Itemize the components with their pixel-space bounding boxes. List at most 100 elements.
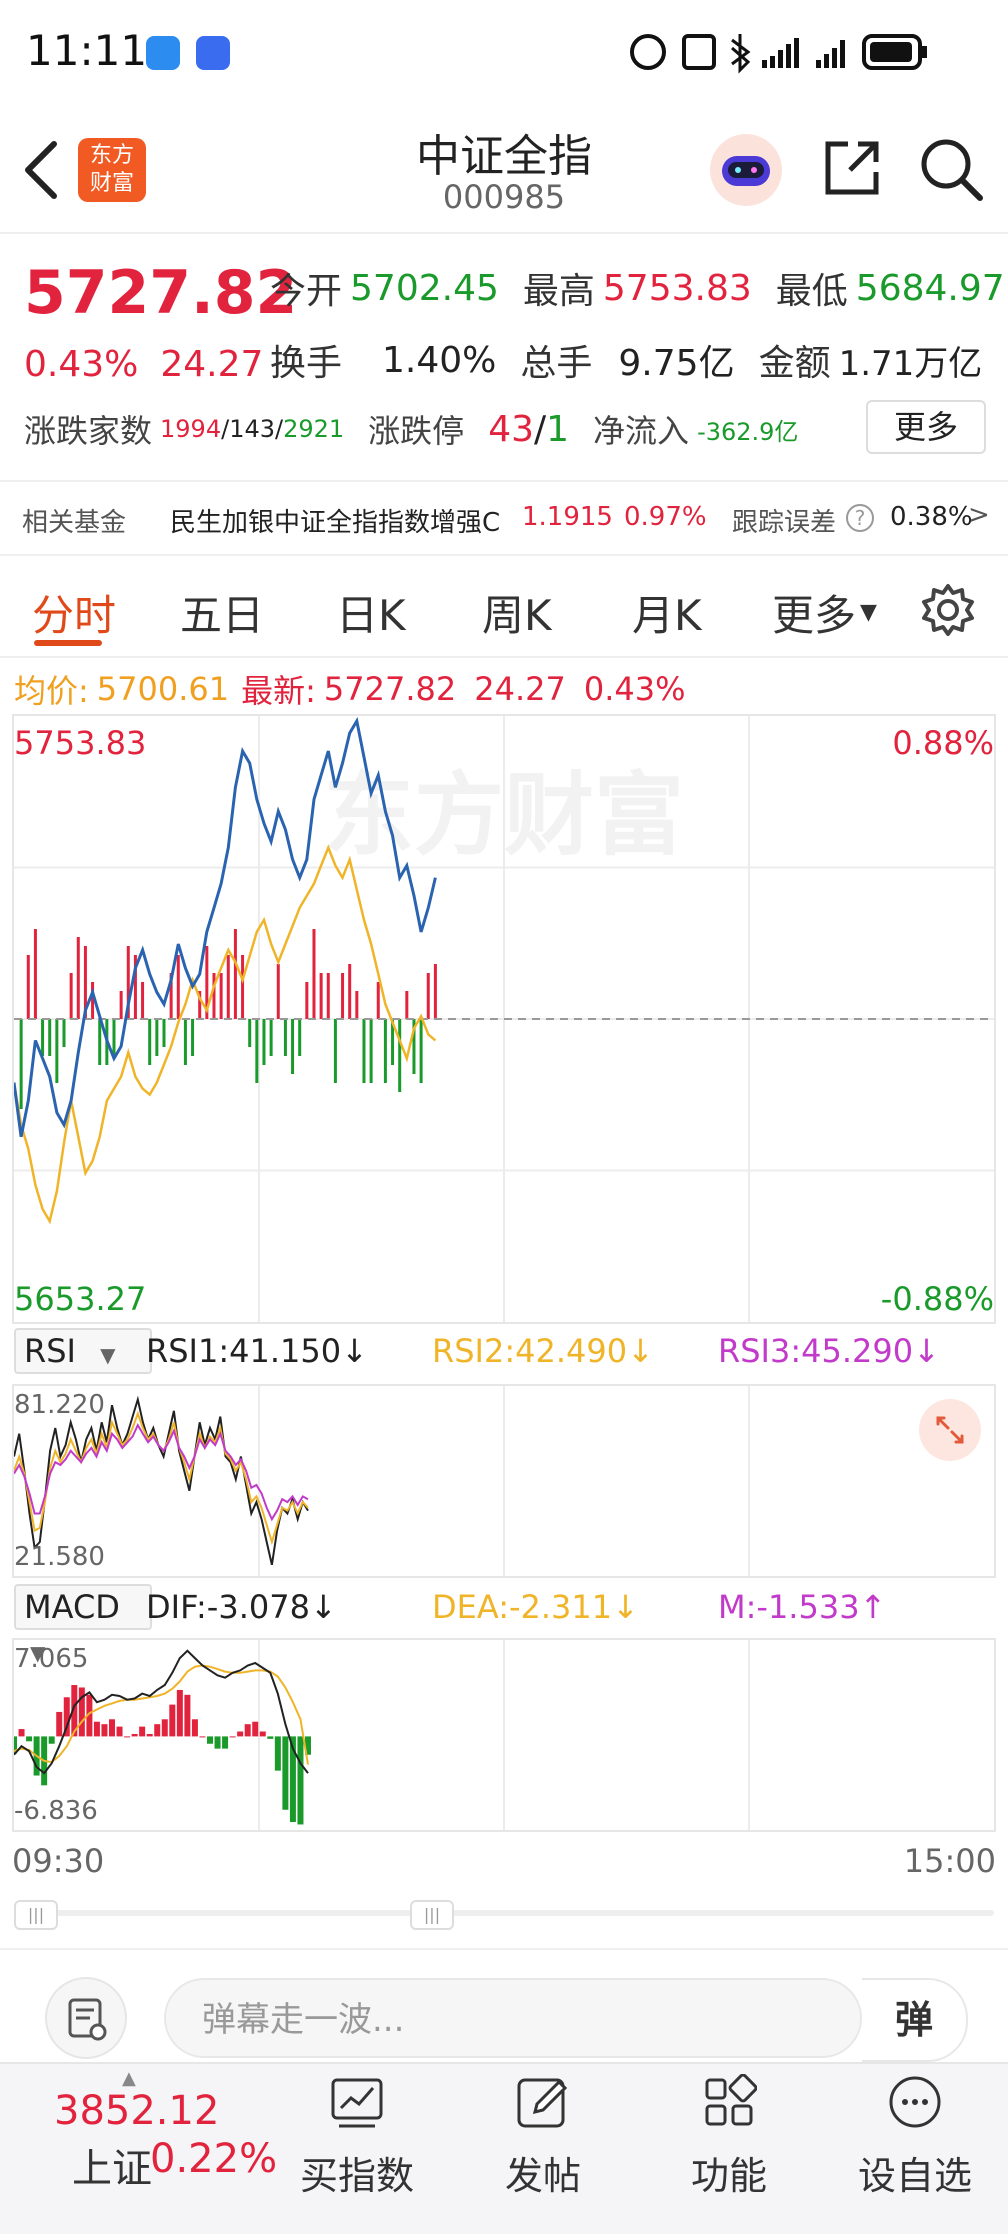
status-bar: 11:11 — [0, 0, 1008, 100]
macd-bar-down — [297, 1736, 304, 1825]
volume-bar-up — [326, 973, 330, 1019]
y-bottom-label: 5653.27 — [14, 1280, 147, 1318]
settings-gear-icon[interactable] — [920, 582, 976, 638]
volume-bar-up — [69, 973, 73, 1019]
period-tabs: 分时 五日 日K 周K 月K 更多 ▼ — [0, 560, 1008, 658]
volume-bar-down — [162, 1019, 166, 1047]
tab-weekly-k[interactable]: 周K — [482, 582, 552, 643]
scroll-left-handle[interactable]: ||| — [14, 1900, 58, 1930]
latest-value: 5727.82 — [323, 670, 457, 708]
macd-bar-up — [109, 1719, 115, 1737]
scroll-right-handle[interactable]: ||| — [410, 1900, 454, 1930]
volume-bar-down — [333, 1019, 337, 1083]
limit-label: 涨跌停 — [368, 412, 465, 450]
help-icon[interactable]: ? — [844, 502, 876, 534]
bluetooth-icon — [731, 34, 751, 74]
buy-index-label: 买指数 — [299, 2154, 414, 2198]
tab-intraday[interactable]: 分时 — [32, 582, 116, 643]
rsi3-value: RSI3:45.290↓ — [718, 1332, 940, 1370]
volume-bar-down — [19, 1019, 23, 1109]
macd-bar-up — [259, 1731, 266, 1737]
danmu-input[interactable]: 弹幕走一波... — [164, 1978, 862, 2058]
related-fund-bar[interactable]: 相关基金 民生加银中证全指指数增强C 1.1915 0.97% 跟踪误差 ? 0… — [0, 480, 1008, 556]
volume-bar-down — [291, 1019, 295, 1074]
netflow-value: -362.9亿 — [697, 417, 799, 446]
fund-pct: 0.97% — [624, 502, 707, 532]
macd-selector[interactable]: MACD ▼ — [14, 1584, 152, 1665]
tab-more-label: 更多 — [772, 591, 857, 640]
open-value: 5702.45 — [350, 267, 499, 309]
more-button[interactable]: 更多 — [866, 400, 986, 454]
macd-bar-up — [18, 1729, 25, 1737]
volume-bar-down — [283, 1019, 287, 1056]
pct-top-label: 0.88% — [892, 724, 994, 762]
volume-bar-up — [433, 964, 437, 1019]
quote-row-3: 涨跌家数 1994 / 143 / 2921 涨跌停 43 / 1 净流入 -3… — [24, 406, 798, 452]
buy-index-tab[interactable]: 买指数 — [282, 2074, 432, 2200]
tab-more[interactable]: 更多 ▼ — [772, 582, 877, 643]
turnover-label: 换手 — [270, 343, 343, 384]
signal-icon-2 — [816, 40, 845, 68]
danmu-toggle-label: 弹 — [894, 1998, 933, 2042]
volume-label: 总手 — [520, 343, 593, 384]
sh-index-name[interactable]: 上证 — [72, 2136, 152, 2194]
share-icon[interactable] — [820, 136, 884, 200]
header: 东方 财富 中证全指 000985 — [0, 100, 1008, 234]
rsi-chart — [13, 1386, 750, 1576]
grid-apps-icon — [705, 2073, 758, 2126]
volume-bar-down — [255, 1019, 259, 1083]
volume-bar-up — [355, 991, 359, 1019]
current-price: 5727.82 — [24, 258, 298, 328]
avg-value: 5700.61 — [96, 670, 230, 708]
macd-bar-up — [191, 1719, 198, 1737]
macd-chart-panel[interactable]: 7.065 -6.836 — [11, 1638, 996, 1832]
macd-bar-up — [199, 1736, 206, 1738]
macd-bar-up — [116, 1726, 123, 1737]
rsi-top-label: 81.220 — [14, 1390, 105, 1420]
tab-daily-k[interactable]: 日K — [336, 582, 406, 643]
volume-bar-down — [191, 1019, 195, 1056]
volume-bar-up — [341, 973, 345, 1019]
fund-name[interactable]: 民生加银中证全指指数增强C — [170, 502, 500, 539]
rsi-selector[interactable]: RSI ▼ — [14, 1328, 152, 1374]
post-tab[interactable]: 发帖 — [468, 2074, 618, 2200]
separator: / — [275, 415, 284, 443]
macd-bar-up — [93, 1721, 100, 1737]
volume-bar-up — [312, 929, 316, 1019]
danmu-settings-icon[interactable] — [44, 1976, 128, 2060]
intraday-chart-panel[interactable]: 东方财富 5753.83 5653.27 0.88% -0.88% — [12, 714, 996, 1324]
volume-value: 9.75亿 — [618, 343, 735, 384]
macd-top-label: 7.065 — [14, 1644, 89, 1674]
search-icon[interactable] — [918, 136, 984, 202]
volume-bar-up — [405, 991, 409, 1019]
macd-bar-up — [237, 1731, 244, 1737]
sh-index-pct[interactable]: 0.22% — [150, 2136, 277, 2182]
edit-icon — [517, 2078, 568, 2128]
chart-range-scrollbar[interactable]: ||| ||| — [14, 1900, 994, 1930]
sh-index-value[interactable]: 3852.12 — [54, 2088, 219, 2134]
dea-value: DEA:-2.311↓ — [432, 1588, 639, 1626]
macd-bar-up — [146, 1733, 153, 1737]
volume-bar-up — [348, 964, 352, 1019]
add-watchlist-tab[interactable]: 设自选 — [840, 2074, 990, 2200]
amount-label: 金额 — [758, 343, 831, 384]
chevron-right-icon[interactable]: > — [968, 500, 990, 530]
volume-bar-down — [183, 1019, 187, 1065]
caret-up-icon: ▲ — [122, 2068, 136, 2089]
danmu-toggle-button[interactable]: 弹 — [862, 1978, 968, 2062]
volume-bar-down — [419, 1019, 423, 1083]
function-tab[interactable]: 功能 — [654, 2073, 804, 2200]
more-dots-icon — [889, 2076, 941, 2128]
hd-call-icon — [630, 34, 666, 70]
robot-assistant-icon[interactable] — [708, 132, 784, 208]
rsi-chart-panel[interactable]: 81.220 21.580 — [12, 1384, 996, 1578]
tab-five-day[interactable]: 五日 — [180, 582, 264, 643]
tab-monthly-k[interactable]: 月K — [632, 582, 702, 643]
volume-bar-down — [248, 1019, 252, 1047]
y-top-label: 5753.83 — [14, 724, 147, 762]
open-label: 今开 — [270, 271, 343, 312]
expand-icon[interactable] — [918, 1398, 982, 1462]
turnover-value: 1.40% — [382, 339, 497, 381]
time-end-label: 15:00 — [903, 1842, 996, 1880]
svg-text:?: ? — [855, 506, 866, 530]
